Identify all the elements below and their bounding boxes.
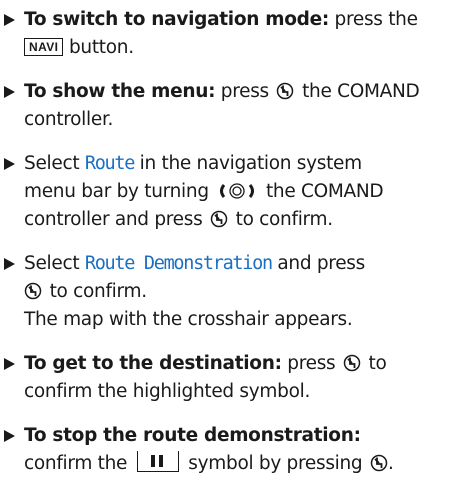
- step-text: confirm the: [24, 453, 128, 474]
- step-arrow-icon: [4, 258, 15, 270]
- step-text: Select: [24, 153, 85, 174]
- step-text: controller.: [24, 109, 114, 130]
- step-text: to confirm.: [44, 281, 148, 302]
- step-text: confirm the highlighted symbol.: [24, 381, 311, 402]
- controller-press-icon: [276, 82, 294, 100]
- step-text: Select: [24, 253, 85, 274]
- navi-button-icon: NAVI: [24, 38, 64, 56]
- step-arrow-icon: [4, 430, 15, 442]
- controller-turn-icon: [216, 182, 258, 200]
- step-text: the COMAND: [260, 181, 384, 202]
- menu-item-route-demonstration: Route Demonstration: [84, 253, 273, 274]
- step-text: controller and press: [24, 209, 203, 230]
- step-arrow-icon: [4, 14, 15, 26]
- step-text: in the navigation system: [134, 153, 363, 174]
- controller-press-icon: [343, 354, 361, 372]
- step-arrow-icon: [4, 358, 15, 370]
- step-text: to confirm.: [230, 209, 334, 230]
- step-arrow-icon: [4, 86, 15, 98]
- step-text: press the: [328, 9, 418, 30]
- step-text: to: [362, 353, 387, 374]
- controller-press-icon: [24, 282, 42, 300]
- step-text: press: [281, 353, 336, 374]
- controller-press-icon: [370, 454, 388, 472]
- step-heading: To show the menu:: [24, 81, 216, 102]
- instruction-page: To switch to navigation mode: press the …: [0, 0, 463, 491]
- step-text: button.: [63, 37, 134, 58]
- step-heading: To get to the destination:: [24, 353, 282, 374]
- step-text: .: [387, 453, 394, 474]
- step-text: the COMAND: [296, 81, 420, 102]
- step-text: and press: [271, 253, 365, 274]
- menu-item-route: Route: [84, 153, 136, 174]
- step-text: menu bar by turning: [24, 181, 209, 202]
- controller-press-icon: [210, 210, 228, 228]
- step-heading: To switch to navigation mode:: [24, 9, 329, 30]
- step-text: press: [215, 81, 269, 102]
- step-heading: To stop the route demonstration:: [24, 425, 361, 446]
- pause-symbol-icon: [136, 451, 179, 472]
- step-text: symbol by pressing: [182, 453, 363, 474]
- step-arrow-icon: [4, 158, 15, 170]
- step-result: The map with the crosshair appears.: [24, 309, 353, 330]
